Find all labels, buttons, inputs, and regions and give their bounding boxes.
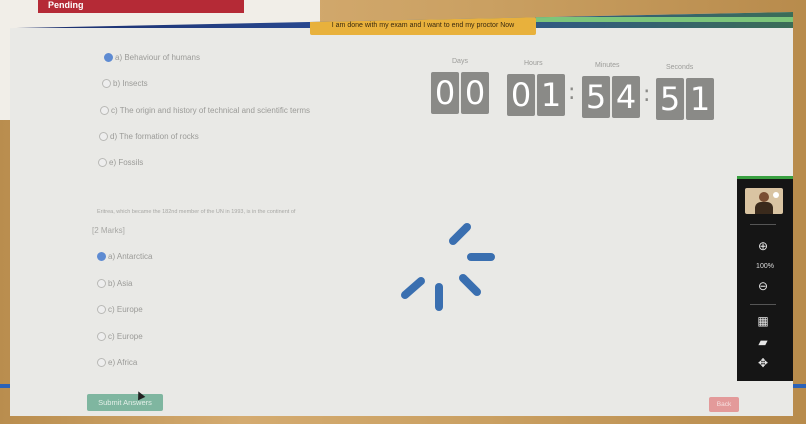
timer-digit-days-1: 0 xyxy=(431,72,459,114)
radio-icon[interactable] xyxy=(100,106,109,116)
question-text: Eritrea, which became the 182nd member o… xyxy=(97,209,296,215)
q1-option-a[interactable]: a) Behaviour of humans xyxy=(104,53,200,63)
radio-selected-icon[interactable] xyxy=(97,252,106,262)
calculator-icon[interactable]: ▦ xyxy=(754,314,772,328)
timer-separator: : xyxy=(568,80,576,105)
spinner-bar xyxy=(401,277,425,299)
q1-option-d[interactable]: d) The formation of rocks xyxy=(99,132,199,142)
zoom-level: 100% xyxy=(756,263,774,270)
chat-icon[interactable]: ▰ xyxy=(754,335,772,349)
timer-label-seconds: Seconds xyxy=(666,64,694,71)
radio-selected-icon[interactable] xyxy=(104,53,113,63)
zoom-out-icon[interactable]: ⊖ xyxy=(754,279,772,293)
timer-label-hours: Hours xyxy=(524,60,543,67)
q1-option-b[interactable]: b) Insects xyxy=(102,79,148,89)
q2-option-d[interactable]: c) Europe xyxy=(97,332,143,342)
radio-icon[interactable] xyxy=(97,332,106,342)
radio-icon[interactable] xyxy=(102,79,111,89)
exam-screen: I am done with my exam and I want to end… xyxy=(10,12,793,416)
spinner-bar xyxy=(459,274,481,296)
move-icon[interactable]: ✥ xyxy=(754,356,772,370)
spinner-bar xyxy=(449,223,471,245)
q2-option-b[interactable]: b) Asia xyxy=(97,279,132,289)
timer-digit-hours-2: 1 xyxy=(537,74,565,116)
submit-answers-button[interactable]: Submit Answers xyxy=(87,394,163,411)
q1-option-c[interactable]: c) The origin and history of technical a… xyxy=(100,106,310,116)
radio-icon[interactable] xyxy=(99,132,108,142)
toolbar-divider xyxy=(750,304,776,305)
loading-spinner-icon xyxy=(401,223,495,311)
q2-option-e[interactable]: e) Africa xyxy=(97,358,137,368)
timer-separator: : xyxy=(643,82,651,107)
timer-digit-seconds-2: 1 xyxy=(686,78,714,120)
proctor-status-strip xyxy=(536,17,793,22)
exam-content: a) Behaviour of humans b) Insects c) The… xyxy=(10,28,793,416)
question-marks: [2 Marks] xyxy=(92,226,125,235)
webcam-preview xyxy=(745,188,783,214)
timer-digit-days-2: 0 xyxy=(461,72,489,114)
radio-icon[interactable] xyxy=(97,279,106,289)
radio-icon[interactable] xyxy=(97,358,106,368)
webcam-person-body xyxy=(755,202,773,214)
radio-icon[interactable] xyxy=(97,305,106,315)
timer-digit-hours-1: 0 xyxy=(507,74,535,116)
zoom-in-icon[interactable]: ⊕ xyxy=(754,239,772,253)
radio-icon[interactable] xyxy=(98,158,107,168)
timer-digit-seconds-1: 5 xyxy=(656,78,684,120)
webcam-person-head xyxy=(759,192,769,202)
q2-option-a[interactable]: a) Antarctica xyxy=(97,252,152,262)
close-icon[interactable] xyxy=(773,192,779,198)
q1-option-e[interactable]: e) Fossils xyxy=(98,158,143,168)
back-button[interactable]: Back xyxy=(709,397,739,412)
toolbar-divider xyxy=(750,224,776,225)
proctor-toolbar: ⊕ 100% ⊖ ▦ ▰ ✥ xyxy=(737,176,793,381)
timer-label-minutes: Minutes xyxy=(595,62,620,69)
q2-option-c[interactable]: c) Europe xyxy=(97,305,143,315)
timer-digit-minutes-1: 5 xyxy=(582,76,610,118)
pending-badge: Pending xyxy=(38,0,244,13)
timer-label-days: Days xyxy=(452,58,468,65)
timer-digit-minutes-2: 4 xyxy=(612,76,640,118)
